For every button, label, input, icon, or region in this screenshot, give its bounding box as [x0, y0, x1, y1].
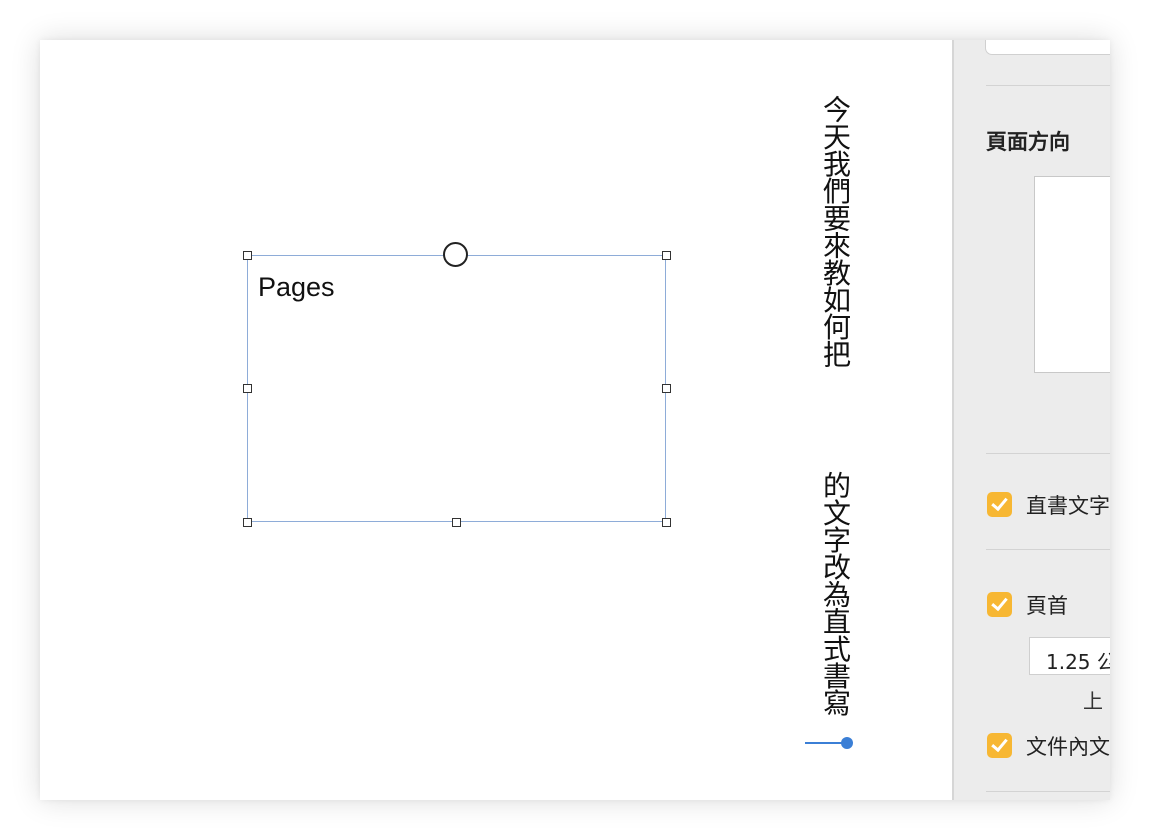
resize-handle-top-right[interactable] [662, 251, 671, 260]
document-body-checkbox[interactable] [987, 733, 1012, 758]
header-margin-caption: 上 [1083, 689, 1103, 713]
document-canvas[interactable]: Pages 今天我們要來教如何把 的文字改為直式書寫 [40, 40, 952, 800]
page-orientation-heading: 頁面方向 [986, 130, 1070, 154]
inspector-divider [986, 453, 1110, 454]
vertical-text-column-1[interactable]: 今天我們要來教如何把 [818, 95, 852, 367]
inspector-divider [986, 85, 1110, 86]
resize-handle-bottom-right[interactable] [662, 518, 671, 527]
document-body-label: 文件內文 [1026, 735, 1110, 759]
resize-handle-bottom-center[interactable] [452, 518, 461, 527]
pages-window: Pages 今天我們要來教如何把 的文字改為直式書寫 頁面方向 直書文字 頁首 … [40, 40, 1110, 800]
paper-size-select[interactable] [986, 40, 1110, 54]
resize-handle-bottom-left[interactable] [243, 518, 252, 527]
vertical-text-checkbox[interactable] [987, 492, 1012, 517]
resize-handle-middle-left[interactable] [243, 384, 252, 393]
header-label: 頁首 [1026, 594, 1068, 618]
resize-handle-middle-right[interactable] [662, 384, 671, 393]
text-box-content[interactable]: Pages [258, 272, 335, 303]
inspector-divider [986, 791, 1110, 792]
vertical-text-column-2[interactable]: 的文字改為直式書寫 [818, 471, 852, 716]
header-checkbox[interactable] [987, 592, 1012, 617]
header-margin-field[interactable]: 1.25 公分 [1030, 638, 1110, 674]
document-inspector: 頁面方向 直書文字 頁首 1.25 公分 上 文件內文 [952, 40, 1110, 800]
inspector-divider [986, 549, 1110, 550]
rotate-handle[interactable] [443, 242, 468, 267]
resize-handle-top-left[interactable] [243, 251, 252, 260]
portrait-orientation-option[interactable] [1034, 176, 1110, 373]
text-cursor-handle[interactable] [841, 737, 853, 749]
vertical-text-label: 直書文字 [1026, 494, 1110, 518]
